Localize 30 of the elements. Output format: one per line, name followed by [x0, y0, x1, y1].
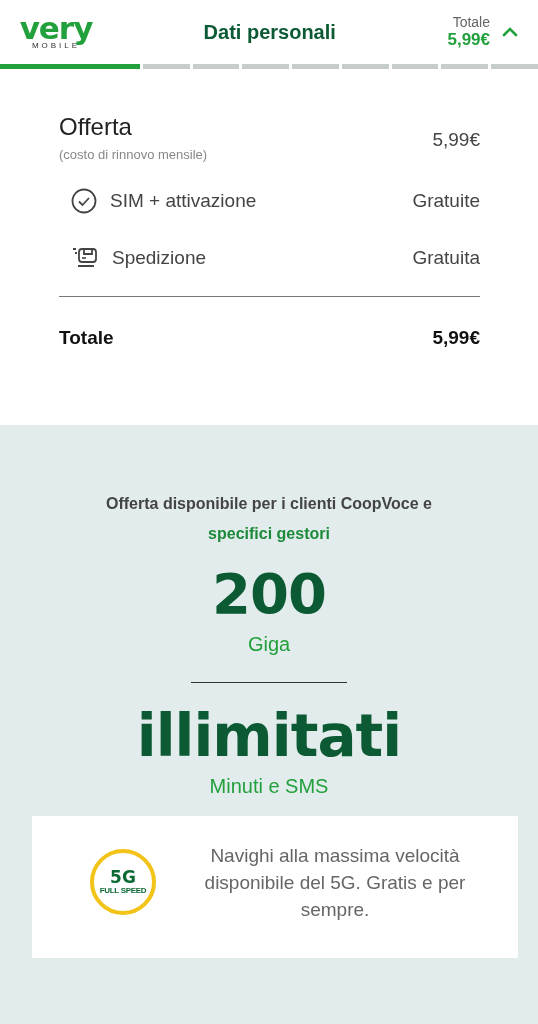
check-circle-icon — [71, 187, 97, 214]
progress-step — [491, 64, 538, 69]
item-value: Gratuita — [412, 246, 480, 269]
feature-text: Navighi alla massima velocità disponibile del 5G. Gratis e per sempre. — [203, 843, 467, 922]
total-label: Totale — [59, 327, 114, 349]
progress-step — [341, 64, 389, 69]
offer-title: Offerta — [59, 113, 133, 141]
progress-step — [242, 64, 290, 69]
total-label: Totale — [452, 14, 490, 30]
item-label: SIM + attivazione — [110, 189, 258, 212]
page-title: Dati personali — [202, 20, 337, 44]
package-icon — [71, 245, 99, 270]
item-value: Gratuite — [412, 189, 480, 212]
voice-amount: illimitati — [135, 703, 403, 769]
voice-unit: Minuti e SMS — [208, 775, 330, 798]
progress-step — [192, 64, 240, 69]
data-amount: 200 — [211, 561, 327, 627]
progress-step — [391, 64, 439, 69]
offer-availability-text: Offerta disponibile per i clienti CoopVoce e specifici gestori — [105, 494, 433, 544]
data-unit: Giga — [246, 633, 292, 656]
total-price: 5,99€ — [447, 30, 490, 50]
offer-price: 5,99€ — [432, 129, 480, 152]
total-price: 5,99€ — [432, 327, 480, 349]
chevron-icon[interactable] — [502, 27, 518, 37]
5g-badge-icon: 5G FULL SPEED — [90, 849, 156, 915]
progress-step — [441, 64, 489, 69]
progress-step — [292, 64, 339, 69]
progress-step — [142, 64, 190, 69]
offer-note: (costo di rinnovo mensile) — [59, 147, 208, 162]
item-label: Spedizione — [112, 246, 208, 269]
